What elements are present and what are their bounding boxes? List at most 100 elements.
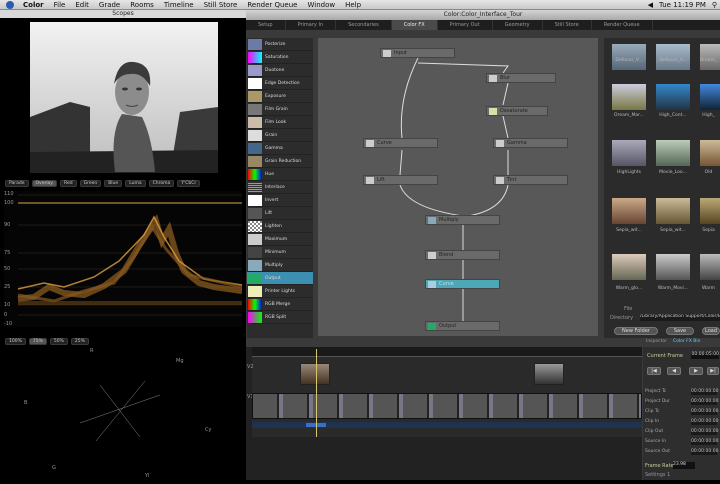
spotlight-icon[interactable]: ⚲ [712,1,717,9]
list-item[interactable]: Maximum [247,233,313,246]
play-back-button[interactable]: ◀ [667,367,681,375]
menu-grade[interactable]: Grade [94,0,125,10]
list-item[interactable]: RGB Merge [247,298,313,311]
save-button[interactable]: Save [666,327,694,335]
node-blend[interactable]: Blend [425,250,500,260]
menu-timeline[interactable]: Timeline [159,0,199,10]
node-curve-left[interactable]: Curve [363,138,438,148]
tab-secondaries[interactable]: Secondaries [336,20,392,30]
list-item[interactable]: Posterize [247,38,313,51]
preset-thumb[interactable] [612,198,646,224]
list-item[interactable]: Lift [247,207,313,220]
timeline-ruler[interactable] [246,347,642,357]
preset-thumb[interactable] [656,254,690,280]
frame-rate-field[interactable]: 23.98 [673,462,695,469]
node-curve-selected[interactable]: Curve [425,279,500,289]
tab-color-fx[interactable]: Color FX [391,20,438,30]
list-item[interactable]: Film Grain [247,103,313,116]
list-item[interactable]: Duotone [247,64,313,77]
node-graph[interactable]: Input Blur Desaturate Curve Gamma Lift T… [318,38,598,336]
list-item[interactable]: Minimum [247,246,313,259]
tab-inspector[interactable]: Inspector [643,339,670,347]
preset-thumb[interactable] [612,254,646,280]
preset-thumb[interactable] [700,198,720,224]
menu-window[interactable]: Window [303,0,341,10]
clip-thumb[interactable] [534,363,564,385]
preset-thumb[interactable] [656,198,690,224]
preset-thumb[interactable] [656,44,690,70]
menu-still-store[interactable]: Still Store [199,0,243,10]
preset-thumb[interactable] [700,254,720,280]
tab-color-fx-bin[interactable]: Color FX Bin [670,339,703,347]
list-item[interactable]: Gamma [247,142,313,155]
clock[interactable]: Tue 11:19 PM [659,1,706,9]
menu-render-queue[interactable]: Render Queue [242,0,302,10]
scale-25-button[interactable]: 25% [70,338,89,345]
list-item[interactable]: Exposure [247,90,313,103]
list-item[interactable]: Grain Reduction [247,155,313,168]
scale-75-button[interactable]: 75% [28,338,47,345]
go-start-button[interactable]: |◀ [647,367,661,375]
tab-still-store[interactable]: Still Store [543,20,592,30]
go-end-button[interactable]: ▶| [707,367,719,375]
node-multiply[interactable]: Multiply [425,215,500,225]
chroma-button[interactable]: Chroma [148,180,175,187]
tab-primary-out[interactable]: Primary Out [438,20,493,30]
list-item[interactable]: Hue [247,168,313,181]
preset-thumb[interactable] [700,44,720,70]
list-item[interactable]: Interlace [247,181,313,194]
luma-button[interactable]: Luma [125,180,146,187]
new-folder-button[interactable]: New Folder [614,327,658,335]
preset-thumb[interactable] [656,140,690,166]
list-item[interactable]: Printer Lights [247,285,313,298]
blue-button[interactable]: Blue [104,180,123,187]
current-frame-field[interactable]: 00:00:05:00 [691,352,719,359]
node-gamma[interactable]: Gamma [493,138,568,148]
clip-thumb[interactable] [300,363,330,385]
node-input[interactable]: Input [380,48,455,58]
node-output[interactable]: Output [425,321,500,331]
list-item[interactable]: Multiply [247,259,313,272]
menu-file[interactable]: File [49,0,71,10]
tab-setup[interactable]: Setup [246,20,286,30]
node-blur[interactable]: Blur [486,73,556,83]
apple-menu-icon[interactable] [6,0,14,9]
ycbcr-button[interactable]: Y'CbCr [177,180,201,187]
overlay-button[interactable]: Overlay [31,180,58,187]
volume-icon[interactable]: ◀ [648,1,653,9]
list-item[interactable]: Saturation [247,51,313,64]
timeline[interactable]: V2 V1 [246,347,642,480]
preset-thumb[interactable] [612,44,646,70]
tab-primary-in[interactable]: Primary In [286,20,337,30]
node-tint[interactable]: Tint [493,175,568,185]
preset-thumb[interactable] [700,84,720,110]
green-button[interactable]: Green [79,180,102,187]
preset-thumb[interactable] [656,84,690,110]
parade-button[interactable]: Parade [5,180,29,187]
node-desaturate[interactable]: Desaturate [486,106,548,116]
list-item[interactable]: Grain [247,129,313,142]
menu-rooms[interactable]: Rooms [125,0,159,10]
scale-100-button[interactable]: 100% [5,338,26,345]
list-item[interactable]: RGB Split [247,311,313,324]
app-menu[interactable]: Color [18,0,49,10]
list-item[interactable]: Film Look [247,116,313,129]
scale-50-button[interactable]: 50% [49,338,68,345]
preset-thumb[interactable] [700,140,720,166]
node-lift[interactable]: Lift [363,175,438,185]
list-item[interactable]: Edge Detection [247,77,313,90]
list-item[interactable]: Invert [247,194,313,207]
tab-render-queue[interactable]: Render Queue [592,20,653,30]
directory-field[interactable]: /Library/Application Support/Color/Effec… [640,314,720,321]
menu-help[interactable]: Help [340,0,366,10]
tab-geometry[interactable]: Geometry [493,20,543,30]
settings-label[interactable]: Settings 1 [645,472,670,478]
preset-thumb[interactable] [612,84,646,110]
menu-edit[interactable]: Edit [70,0,94,10]
play-button[interactable]: ▶ [689,367,703,375]
list-item[interactable]: Lighten [247,220,313,233]
list-item[interactable]: Output [247,272,313,285]
video-track-clips[interactable] [252,393,642,419]
load-button[interactable]: Load [702,327,720,335]
red-button[interactable]: Red [60,180,77,187]
